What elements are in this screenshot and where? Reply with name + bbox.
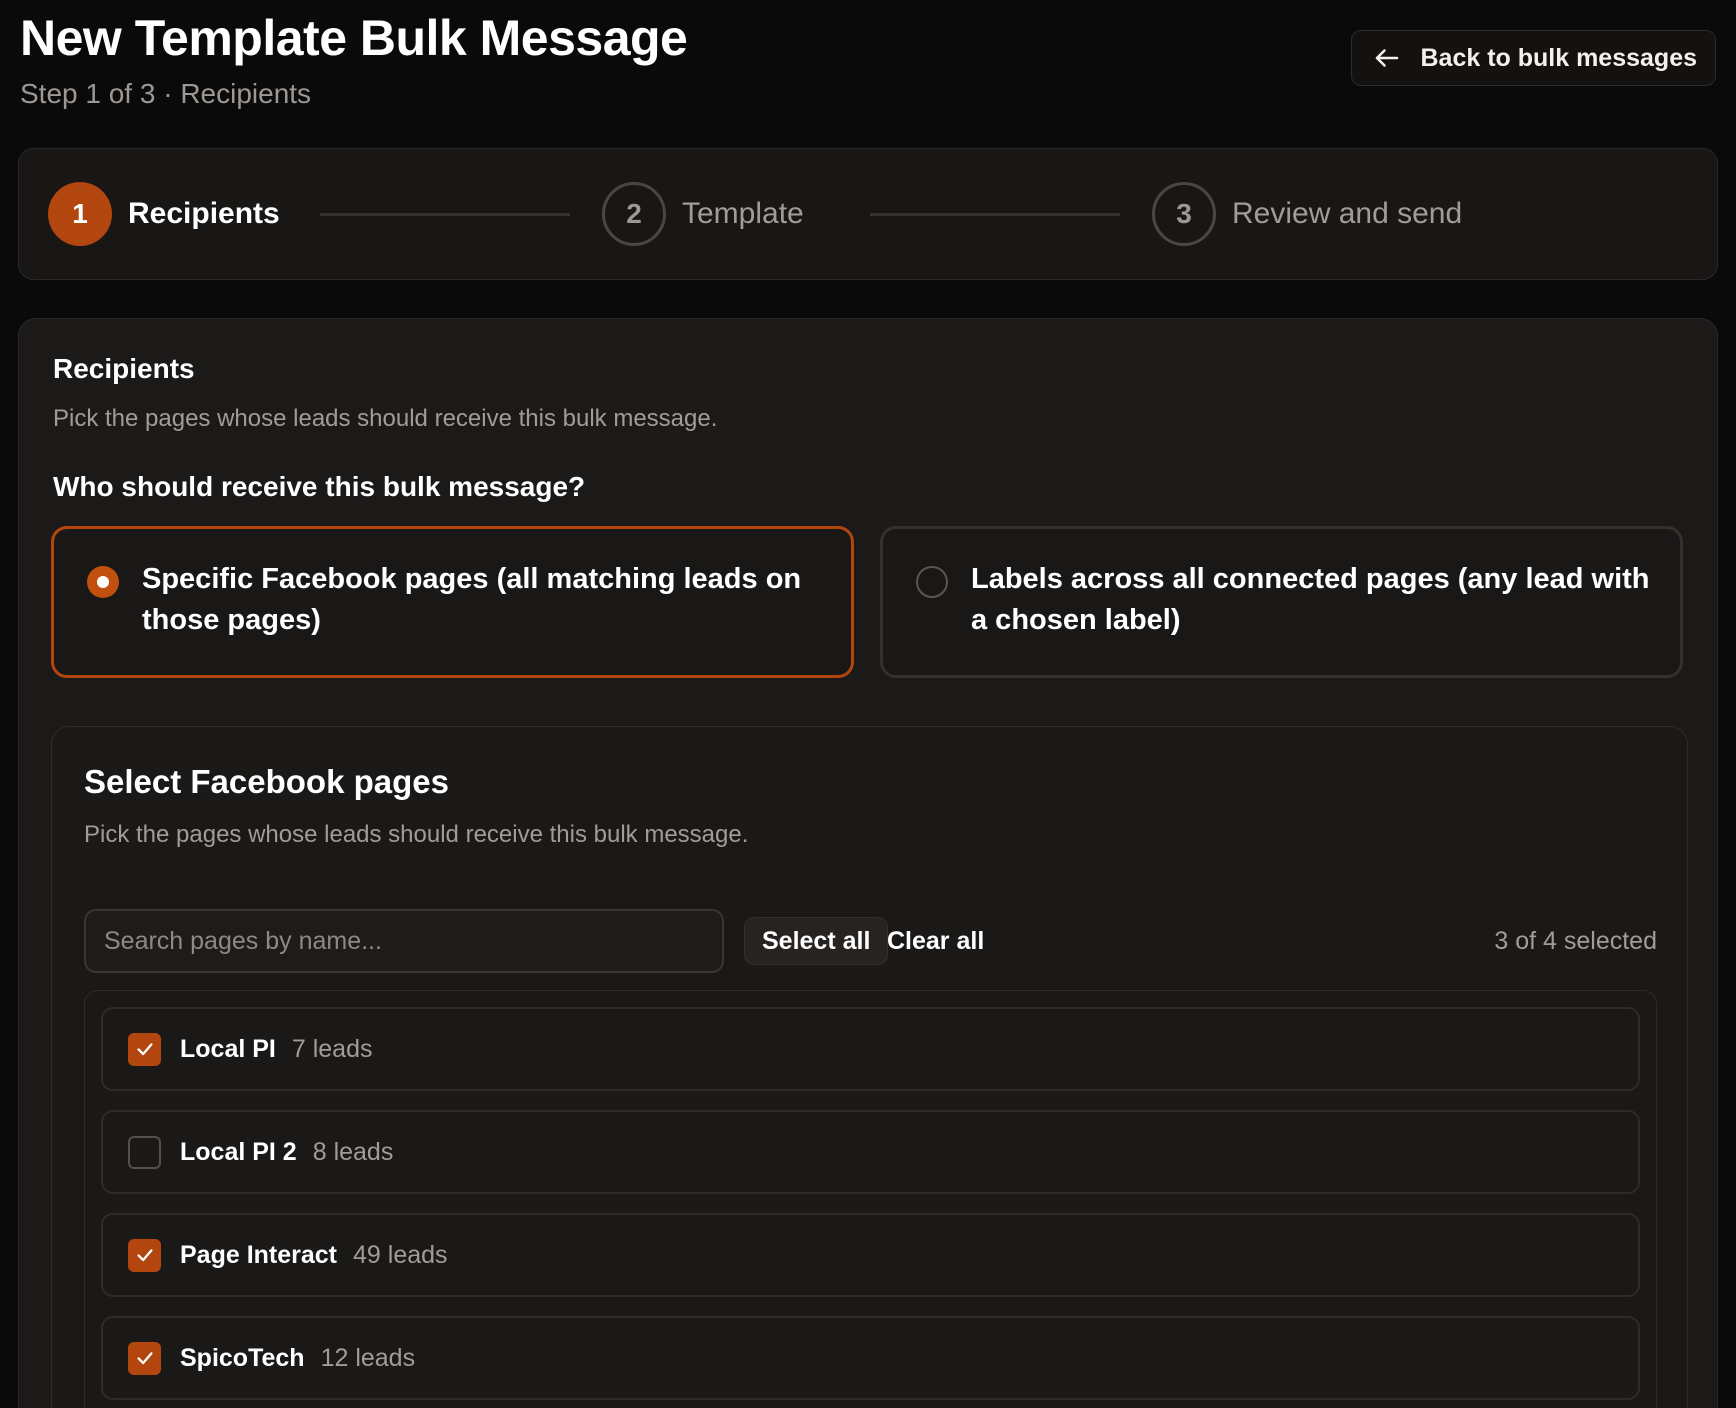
checkmark-icon — [136, 1043, 153, 1056]
page-leads-count: 7 leads — [291, 1034, 373, 1063]
option-specific-facebook-pages[interactable]: Specific Facebook pages (all matching le… — [51, 526, 854, 678]
page-row-local-pi[interactable]: Local PI 7 leads — [101, 1007, 1640, 1091]
panel-title: Select Facebook pages — [84, 763, 449, 800]
page-subtitle: Step 1 of 3 · Recipients — [20, 78, 312, 109]
page-row-spicotech[interactable]: SpicoTech 12 leads — [101, 1316, 1640, 1400]
page-name: Local PI 2 — [180, 1137, 297, 1166]
step-recipients[interactable]: 1 Recipients — [48, 182, 280, 246]
step-review-and-send[interactable]: 3 Review and send — [1152, 182, 1462, 246]
selected-count: 3 of 4 selected — [1494, 927, 1657, 955]
recipients-question: Who should receive this bulk message? — [53, 471, 586, 502]
panel-description: Pick the pages whose leads should receiv… — [84, 821, 749, 848]
stepper: 1 Recipients 2 Template 3 Review and sen… — [18, 148, 1718, 280]
step-connector — [870, 213, 1120, 216]
step-number: 1 — [48, 182, 112, 246]
step-label: Recipients — [128, 197, 280, 230]
back-to-bulk-messages-button[interactable]: Back to bulk messages — [1351, 30, 1716, 86]
checkbox[interactable] — [128, 1341, 161, 1375]
search-pages-input[interactable] — [84, 909, 724, 973]
radio-button[interactable] — [87, 566, 119, 598]
option-label: Specific Facebook pages (all matching le… — [142, 563, 802, 636]
checkbox[interactable] — [128, 1238, 161, 1272]
step-connector — [320, 213, 570, 216]
page-list: Local PI 7 leads Local PI 2 8 leads Page… — [84, 990, 1657, 1408]
option-labels-across-pages[interactable]: Labels across all connected pages (any l… — [880, 526, 1683, 678]
radio-button[interactable] — [916, 566, 948, 598]
page-row-local-pi-2[interactable]: Local PI 2 8 leads — [101, 1110, 1640, 1194]
page-leads-count: 8 leads — [312, 1137, 394, 1166]
page-header: New Template Bulk Message Step 1 of 3 · … — [20, 8, 688, 110]
option-label: Labels across all connected pages (any l… — [971, 563, 1650, 636]
page-title: New Template Bulk Message — [20, 10, 688, 66]
page-leads-count: 12 leads — [320, 1343, 416, 1372]
page-name: Local PI — [180, 1034, 276, 1063]
step-label: Template — [682, 197, 804, 230]
recipients-title: Recipients — [53, 353, 195, 384]
back-button-label: Back to bulk messages — [1420, 43, 1697, 72]
clear-all-button[interactable]: Clear all — [870, 917, 1001, 965]
step-label: Review and send — [1232, 197, 1463, 230]
page-name: SpicoTech — [180, 1343, 305, 1372]
checkmark-icon — [136, 1249, 153, 1262]
select-all-button[interactable]: Select all — [744, 917, 889, 965]
step-template[interactable]: 2 Template — [602, 182, 804, 246]
recipients-card: Recipients Pick the pages whose leads sh… — [18, 318, 1718, 1408]
arrow-left-icon — [1376, 49, 1399, 67]
page-name: Page Interact — [180, 1240, 338, 1269]
page-leads-count: 49 leads — [353, 1240, 448, 1269]
step-number: 3 — [1152, 182, 1216, 246]
step-number: 2 — [602, 182, 666, 246]
checkbox[interactable] — [128, 1135, 161, 1169]
select-pages-panel: Select Facebook pages Pick the pages who… — [51, 726, 1688, 1408]
recipients-description: Pick the pages whose leads should receiv… — [53, 405, 718, 432]
page-row-page-interact[interactable]: Page Interact 49 leads — [101, 1213, 1640, 1297]
checkmark-icon — [136, 1352, 153, 1365]
checkbox[interactable] — [128, 1032, 161, 1066]
